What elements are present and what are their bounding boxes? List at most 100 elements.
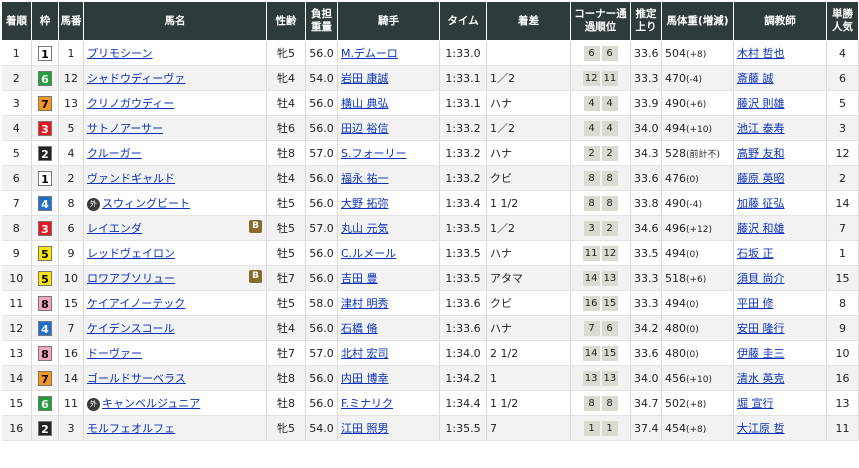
trainer-link[interactable]: 藤沢 和雄 <box>737 222 785 235</box>
margin-value: 1 <box>490 371 497 385</box>
bodyweight-cell: 476(0) <box>661 165 734 191</box>
jockey-link[interactable]: 田辺 裕信 <box>341 122 389 135</box>
horse-name-link[interactable]: クルーガー <box>87 147 142 160</box>
margin-cell: クビ <box>486 165 571 191</box>
jockey-link[interactable]: M.デムーロ <box>341 47 398 60</box>
waku-cell: 5 <box>31 240 59 266</box>
corner-position-1: 2 <box>583 145 600 161</box>
jockey-link[interactable]: 大野 拓弥 <box>341 197 389 210</box>
bodyweight-value: 518 <box>665 271 686 285</box>
bodyweight-diff: (+10) <box>686 374 713 385</box>
last3f-value: 33.6 <box>634 346 659 360</box>
horse-name-link[interactable]: キャンベルジュニア <box>102 397 200 410</box>
jockey-link[interactable]: 岩田 康誠 <box>341 72 389 85</box>
trainer-link[interactable]: 堀 宣行 <box>737 397 774 410</box>
horse-name-link[interactable]: ロワアブソリュー <box>87 272 175 285</box>
weight-value: 58.0 <box>309 296 334 310</box>
horse-name-link[interactable]: レッドヴェイロン <box>87 247 175 260</box>
sexage-value: 牡7 <box>277 347 295 360</box>
rank-cell: 3 <box>1 90 32 116</box>
trainer-link[interactable]: 藤沢 則雄 <box>737 97 785 110</box>
jockey-link[interactable]: 丸山 元気 <box>341 222 389 235</box>
trainer-link[interactable]: 池江 泰寿 <box>737 122 785 135</box>
trainer-link[interactable]: 木村 哲也 <box>737 47 785 60</box>
umaban-cell: 12 <box>58 65 84 91</box>
trainer-link[interactable]: 石坂 正 <box>737 247 774 260</box>
time-value: 1:33.5 <box>445 221 481 235</box>
popularity-cell: 7 <box>826 215 859 241</box>
margin-value: ハナ <box>490 97 512 110</box>
jockey-link[interactable]: 内田 博幸 <box>341 372 389 385</box>
jockey-link[interactable]: 北村 宏司 <box>341 347 389 360</box>
trainer-link[interactable]: 加藤 征弘 <box>737 197 785 210</box>
last3f-cell: 33.9 <box>630 90 662 116</box>
umaban-cell: 10 <box>58 265 84 291</box>
trainer-link[interactable]: 須貝 尚介 <box>737 272 785 285</box>
umaban-value: 1 <box>67 46 75 60</box>
popularity-cell: 1 <box>826 240 859 266</box>
trainer-link[interactable]: 安田 隆行 <box>737 322 785 335</box>
jockey-link[interactable]: 津村 明秀 <box>341 297 389 310</box>
horse-name-link[interactable]: サトノアーサー <box>87 122 163 135</box>
rank-value: 2 <box>12 71 20 85</box>
horse-name-link[interactable]: シャドウディーヴァ <box>87 72 185 85</box>
jockey-link[interactable]: 横山 典弘 <box>341 97 389 110</box>
header-trainer: 調教師 <box>733 1 827 41</box>
bodyweight-cell: 470(-4) <box>661 65 734 91</box>
sexage-value: 牡6 <box>277 122 295 135</box>
weight-value: 56.0 <box>309 371 334 385</box>
trainer-link[interactable]: 清水 英克 <box>737 372 785 385</box>
rank-value: 11 <box>9 296 24 310</box>
horse-name-link[interactable]: ヴァンドギャルド <box>87 172 175 185</box>
header-waku: 枠 <box>31 1 59 41</box>
umaban-value: 13 <box>64 96 78 110</box>
time-value: 1:34.0 <box>445 346 481 360</box>
margin-cell: アタマ <box>486 265 571 291</box>
trainer-link[interactable]: 高野 友和 <box>737 147 785 160</box>
trainer-link[interactable]: 藤原 英昭 <box>737 172 785 185</box>
horse-name-link[interactable]: モルフェオルフェ <box>87 422 175 435</box>
jockey-link[interactable]: 吉田 豊 <box>341 272 378 285</box>
margin-value: 1 1/2 <box>490 196 519 210</box>
margin-value: ハナ <box>490 322 512 335</box>
trainer-cell: 木村 哲也 <box>733 40 827 66</box>
jockey-link[interactable]: 福永 祐一 <box>341 172 389 185</box>
last3f-cell: 33.6 <box>630 340 662 366</box>
jockey-link[interactable]: C.ルメール <box>341 247 396 260</box>
bodyweight-diff: (-4) <box>686 199 702 210</box>
last3f-value: 33.3 <box>634 271 659 285</box>
horse-name-link[interactable]: ケイデンスコール <box>87 322 175 335</box>
rank-value: 6 <box>12 171 20 185</box>
margin-cell <box>486 40 571 66</box>
horse-name-link[interactable]: ドーヴァー <box>87 347 142 360</box>
trainer-link[interactable]: 平田 修 <box>737 297 774 310</box>
table-row: 13 8 16 ドーヴァー 牡7 57.0 北村 宏司 1:34.0 2 1/2… <box>1 340 859 366</box>
jockey-link[interactable]: 石橋 脩 <box>341 322 378 335</box>
horse-name-link[interactable]: ゴールドサーベラス <box>87 372 186 385</box>
trainer-link[interactable]: 大江原 哲 <box>737 422 785 435</box>
jockey-cell: 石橋 脩 <box>337 315 440 341</box>
jockey-link[interactable]: S.フォーリー <box>341 147 406 160</box>
rank-cell: 9 <box>1 240 32 266</box>
horse-cell: プリモシーン <box>83 40 267 66</box>
jockey-link[interactable]: 江田 照男 <box>341 422 389 435</box>
waku-cell: 2 <box>31 140 59 166</box>
horse-name-link[interactable]: ケイアイノーテック <box>87 297 185 310</box>
sexage-cell: 牡5 <box>266 290 306 316</box>
trainer-cell: 平田 修 <box>733 290 827 316</box>
trainer-cell: 須貝 尚介 <box>733 265 827 291</box>
trainer-link[interactable]: 斎藤 誠 <box>737 72 774 85</box>
horse-name-link[interactable]: クリノガウディー <box>87 97 174 110</box>
umaban-cell: 3 <box>58 415 84 441</box>
margin-cell: ハナ <box>486 90 571 116</box>
weight-value: 56.0 <box>309 246 334 260</box>
horse-name-link[interactable]: スウィングビート <box>102 197 190 210</box>
weight-value: 56.0 <box>309 171 334 185</box>
trainer-link[interactable]: 伊藤 圭三 <box>737 347 785 360</box>
corner-cell: 13 13 <box>570 365 631 391</box>
horse-name-link[interactable]: プリモシーン <box>87 47 152 60</box>
umaban-cell: 8 <box>58 190 84 216</box>
rank-value: 7 <box>12 196 20 210</box>
horse-name-link[interactable]: レイエンダ <box>87 222 142 235</box>
jockey-link[interactable]: F.ミナリク <box>341 397 393 410</box>
